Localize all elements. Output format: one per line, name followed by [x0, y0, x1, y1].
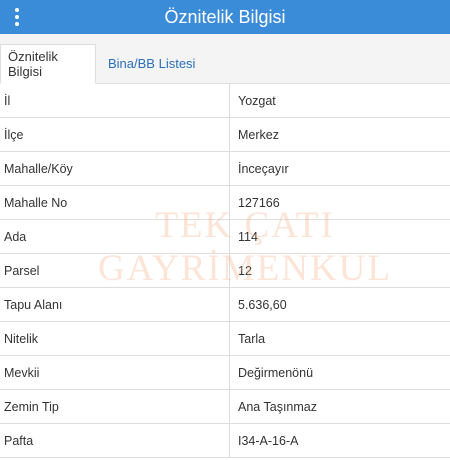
row-label: İl: [0, 84, 230, 117]
row-label: Mevkii: [0, 356, 230, 389]
table-row: Parsel 12: [0, 254, 450, 288]
row-value: 114: [238, 229, 258, 244]
row-value: İnceçayır: [238, 161, 289, 176]
table-row: Zemin Tip Ana Taşınmaz: [0, 390, 450, 424]
tab-oznitelik-bilgisi[interactable]: Öznitelik Bilgisi: [0, 44, 96, 84]
app: Öznitelik Bilgisi Öznitelik Bilgisi Bina…: [0, 0, 450, 460]
row-label: Mahalle No: [0, 186, 230, 219]
row-value: 127166: [238, 195, 280, 210]
row-value: Değirmenönü: [238, 365, 314, 380]
row-value: Merkez: [238, 127, 279, 142]
row-value: 5.636,60: [238, 297, 287, 312]
row-value: I34-A-16-A: [238, 433, 299, 448]
row-value: Yozgat: [238, 93, 276, 108]
table-row: Ada 114: [0, 220, 450, 254]
table-row: İl Yozgat: [0, 84, 450, 118]
tab-bina-bb-listesi[interactable]: Bina/BB Listesi: [96, 44, 202, 83]
kebab-menu-icon[interactable]: [10, 5, 24, 29]
row-label: Ada: [0, 220, 230, 253]
row-value: 12: [238, 263, 252, 278]
row-label: Mahalle/Köy: [0, 152, 230, 185]
table-row: İlçe Merkez: [0, 118, 450, 152]
row-label: Pafta: [0, 424, 230, 457]
row-value: Ana Taşınmaz: [238, 399, 317, 414]
row-label: Nitelik: [0, 322, 230, 355]
row-label: Tapu Alanı: [0, 288, 230, 321]
table-row: Nitelik Tarla: [0, 322, 450, 356]
page-title: Öznitelik Bilgisi: [164, 6, 286, 27]
row-value: Tarla: [238, 331, 266, 346]
table-row: Tapu Alanı 5.636,60: [0, 288, 450, 322]
attribute-table: İl Yozgat İlçe Merkez Mahalle/Köy İnceça…: [0, 84, 450, 458]
table-row: Pafta I34-A-16-A: [0, 424, 450, 458]
row-label: İlçe: [0, 118, 230, 151]
table-row: Mevkii Değirmenönü: [0, 356, 450, 390]
row-label: Parsel: [0, 254, 230, 287]
tab-bar: Öznitelik Bilgisi Bina/BB Listesi: [0, 34, 450, 84]
header-bar: Öznitelik Bilgisi: [0, 0, 450, 34]
table-row: Mahalle/Köy İnceçayır: [0, 152, 450, 186]
row-label: Zemin Tip: [0, 390, 230, 423]
table-row: Mahalle No 127166: [0, 186, 450, 220]
